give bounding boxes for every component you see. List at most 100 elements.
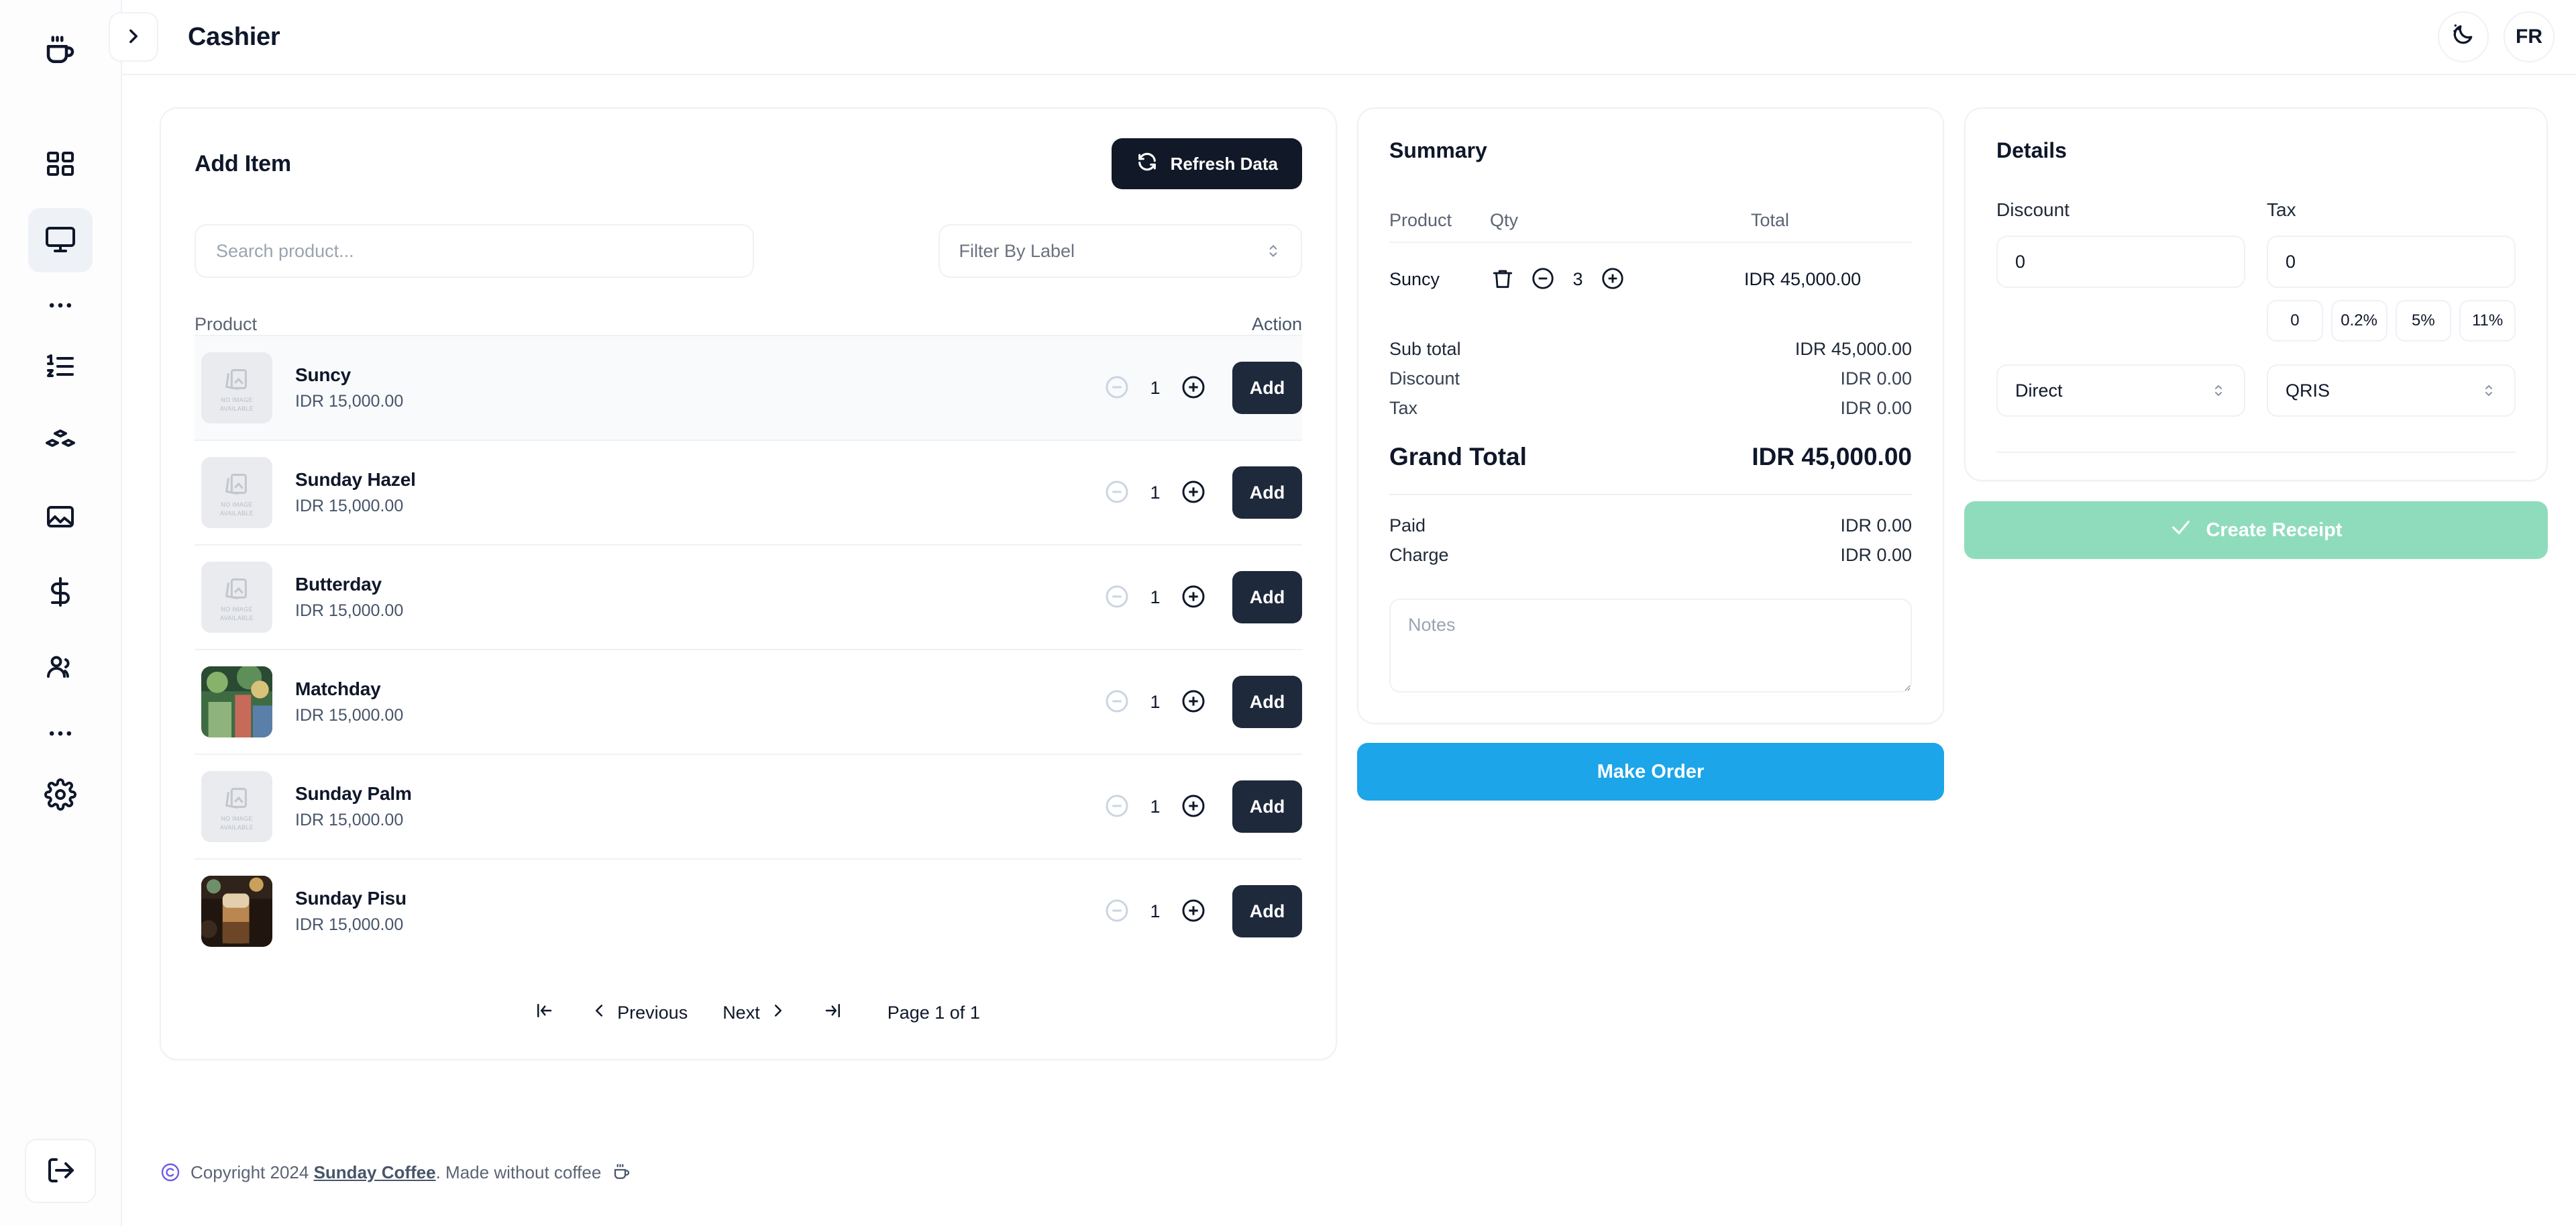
footer: Copyright 2024 Sunday Coffee . Made with… [122,1119,2576,1226]
discount-input[interactable] [1996,236,2245,288]
locale-button[interactable]: FR [2504,11,2555,62]
sidebar-item-cashier[interactable] [28,208,93,272]
decrease-quantity-button[interactable] [1104,374,1130,403]
order-type-select[interactable]: Direct [1996,364,2245,417]
increase-quantity-button[interactable] [1180,374,1207,403]
tax-preset-2[interactable]: 5% [2396,300,2452,342]
placeholder-line-2: AVAILABLE [220,615,254,621]
main-area: Cashier FR Add Item [122,0,2576,1226]
table-row[interactable]: Matchday IDR 15,000.00 1 Add [195,649,1302,754]
add-product-button[interactable]: Add [1232,362,1302,414]
increase-quantity-button[interactable] [1180,897,1207,926]
sidebar-item-more-group-2[interactable] [28,711,93,758]
increase-quantity-button[interactable] [1180,478,1207,507]
tax-preset-1[interactable]: 0.2% [2331,300,2387,342]
grand-total-value: IDR 45,000.00 [1752,443,1912,471]
refresh-icon [1136,150,1159,178]
decrease-quantity-button[interactable] [1104,793,1130,821]
details-column: Details Discount Tax 0 0.2% [1964,107,2548,559]
add-product-button[interactable]: Add [1232,780,1302,833]
sidebar-item-settings[interactable] [28,764,93,828]
payment-method-select[interactable]: QRIS [2267,364,2516,417]
subtotal-value: IDR 45,000.00 [1795,339,1912,360]
make-order-button[interactable]: Make Order [1357,743,1944,801]
summary-column-total: Total [1751,210,1912,231]
trash-icon [1490,266,1515,293]
app-root: Cashier FR Add Item [0,0,2576,1226]
table-row[interactable]: NO IMAGE AVAILABLE Suncy IDR 15,000.00 1 [195,335,1302,440]
charge-row: Charge IDR 0.00 [1389,545,1912,566]
details-card: Details Discount Tax 0 0.2% [1964,107,2548,481]
boxes-icon [44,425,76,461]
plus-circle-icon [1180,478,1207,507]
check-icon [2169,516,2192,544]
filter-by-label-select[interactable]: Filter By Label [938,224,1302,278]
expand-sidebar-button[interactable] [109,12,158,62]
sidebar-item-gallery[interactable] [28,486,93,550]
tax-preset-3[interactable]: 11% [2459,300,2516,342]
tax-preset-0[interactable]: 0 [2267,300,2323,342]
decrease-quantity-button[interactable] [1104,688,1130,717]
content-area: Add Item Refresh Data F [122,75,2576,1119]
product-name: Matchday [295,678,1104,700]
summary-product-name: Suncy [1389,269,1490,290]
first-page-icon [534,1001,554,1025]
next-page-button[interactable]: Next [705,1001,806,1025]
summary-column-product: Product [1389,210,1490,231]
summary-line-total: IDR 45,000.00 [1744,269,1912,290]
sidebar-item-more-group-1[interactable] [28,283,93,330]
decrease-quantity-button[interactable] [1104,478,1130,507]
create-receipt-button[interactable]: Create Receipt [1964,501,2548,559]
ellipsis-icon [46,291,75,323]
tax-field-group: Tax 0 0.2% 5% 11% [2267,199,2516,342]
first-page-button[interactable] [517,1001,572,1025]
refresh-data-button[interactable]: Refresh Data [1112,138,1302,189]
add-product-button[interactable]: Add [1232,885,1302,937]
filter-by-label-value: Filter By Label [959,241,1075,262]
remove-line-button[interactable] [1490,266,1515,293]
previous-page-button[interactable]: Previous [572,1001,705,1025]
product-name: Sunday Palm [295,783,1104,805]
footer-brand-link[interactable]: Sunday Coffee [314,1162,436,1183]
sidebar-item-customers[interactable] [28,636,93,701]
summary-column: Summary Product Qty Total Suncy [1357,107,1944,801]
chevron-updown-icon [1265,239,1282,263]
monitor-icon [44,223,76,258]
add-product-button[interactable]: Add [1232,571,1302,623]
decrease-quantity-button[interactable] [1104,897,1130,926]
page-title: Cashier [188,23,280,52]
logout-icon [44,1154,76,1188]
tax-input[interactable] [2267,236,2516,288]
sidebar-nav [28,133,93,1139]
sidebar-item-orders[interactable] [28,336,93,400]
chevron-updown-icon [2210,379,2226,402]
placeholder-line-1: NO IMAGE [221,397,252,403]
increase-quantity-button[interactable] [1180,688,1207,717]
table-row[interactable]: NO IMAGE AVAILABLE Sunday Palm IDR 15,00… [195,754,1302,858]
sidebar-item-products[interactable] [28,411,93,475]
minus-circle-icon [1530,266,1556,293]
minus-circle-icon [1104,374,1130,403]
add-item-card: Add Item Refresh Data F [160,107,1337,1060]
table-row[interactable]: NO IMAGE AVAILABLE Sunday Hazel IDR 15,0… [195,440,1302,544]
sidebar-item-finance[interactable] [28,561,93,625]
sidebar-item-dashboard[interactable] [28,133,93,197]
logout-button[interactable] [25,1139,96,1203]
product-price: IDR 15,000.00 [295,915,1104,935]
table-row[interactable]: NO IMAGE AVAILABLE Butterday IDR 15,000.… [195,544,1302,649]
add-product-button[interactable]: Add [1232,466,1302,519]
increase-quantity-button[interactable] [1180,583,1207,612]
theme-toggle-button[interactable] [2438,11,2489,62]
increase-line-quantity-button[interactable] [1600,266,1625,293]
increase-quantity-button[interactable] [1180,793,1207,821]
last-page-button[interactable] [806,1001,861,1025]
search-input[interactable] [195,224,754,278]
chevron-right-icon [122,25,145,50]
add-product-button[interactable]: Add [1232,676,1302,728]
table-row[interactable]: Sunday Pisu IDR 15,000.00 1 Add [195,858,1302,963]
decrease-line-quantity-button[interactable] [1530,266,1556,293]
quantity-stepper: 1 [1104,374,1207,403]
decrease-quantity-button[interactable] [1104,583,1130,612]
notes-textarea[interactable] [1389,599,1912,693]
previous-page-label: Previous [617,1003,688,1023]
